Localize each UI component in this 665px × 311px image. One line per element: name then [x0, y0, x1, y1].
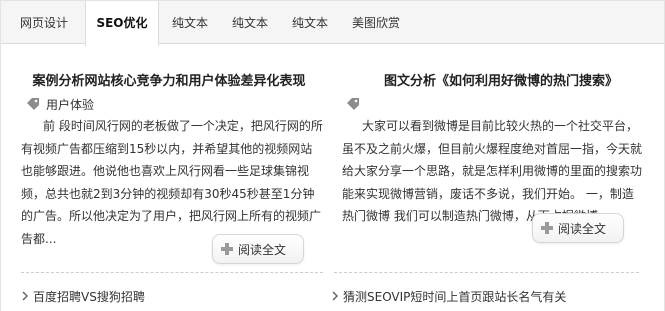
excerpt-line: 的广告。所以他决定为了用户，把风行网上所有的视频广 — [21, 209, 322, 223]
excerpt-line: 虽不及之前火爆，但目前火爆程度绝对首屈一指，今天就 — [342, 141, 643, 156]
right-article-excerpt: 大家可以看到微博是目前比较火热的一个社交平台， 虽不及之前火爆，但目前火爆程度绝… — [342, 115, 660, 228]
left-divider — [21, 272, 323, 273]
read-more-label: 阅读全文 — [238, 242, 287, 257]
related-link-text: 猜测SEOVIP短时间上首页跟站长名气有关 — [343, 289, 567, 304]
right-article-title[interactable]: 图文分析《如何利用好微博的热门搜索》 — [342, 70, 660, 89]
tab-web-design[interactable]: 网页设计 — [11, 1, 77, 45]
article-tabs-widget: 网页设计 SEO优化 纯文本 纯文本 纯文本 美图欣赏 案例分析网站核心竞争力和… — [0, 0, 665, 311]
excerpt-line: 也能够跟进。他说他也喜欢上风行网看一些足球集锦视 — [21, 164, 310, 178]
related-link-2[interactable]: 猜测SEOVIP短时间上首页跟站长名气有关 — [331, 286, 566, 306]
plus-icon — [541, 222, 553, 234]
right-article-tags — [346, 95, 366, 113]
tab-seo[interactable]: SEO优化 — [85, 1, 159, 46]
related-link-1[interactable]: 百度招聘VS搜狗招聘 — [21, 286, 145, 306]
tab-bar: 网页设计 SEO优化 纯文本 纯文本 纯文本 美图欣赏 — [1, 0, 664, 46]
right-divider — [334, 272, 639, 273]
left-article-excerpt: 前 段时间风行网的老板做了一个决定，把风行网的所 有视频广告都压缩到15秒以内，… — [21, 115, 327, 250]
tab-plain-text-2[interactable]: 纯文本 — [225, 1, 275, 45]
right-read-more-button[interactable]: 阅读全文 — [532, 213, 624, 243]
related-link-text: 百度招聘VS搜狗招聘 — [33, 289, 145, 304]
left-article-tag[interactable]: 用户体验 — [46, 96, 94, 113]
excerpt-line: 前 段时间风行网的老板做了一个决定，把风行网的所 — [43, 119, 323, 133]
right-article: 图文分析《如何利用好微博的热门搜索》 大家可以看到微博是目前比较火热的一个社交平… — [342, 44, 660, 311]
excerpt-line: 有视频广告都压缩到15秒以内，并希望其他的视频网站 — [21, 141, 313, 156]
tag-icon — [27, 98, 39, 110]
read-more-label: 阅读全文 — [558, 221, 607, 236]
excerpt-line: 能来实现微博营销，废话不多说，我们开始。 一，制造 — [342, 186, 634, 201]
left-article: 案例分析网站核心竞争力和用户体验差异化表现 用户体验 前 段时间风行网的老板做了… — [9, 44, 329, 311]
left-read-more-button[interactable]: 阅读全文 — [212, 234, 304, 264]
excerpt-line: 给大家分享一个思路，就是怎样利用微博的里面的搜索功 — [342, 164, 643, 178]
tag-icon — [347, 98, 359, 110]
excerpt-line: 频，总共也就2到3分钟的视频却有30秒45秒甚至1分钟 — [21, 186, 315, 201]
tab-gallery[interactable]: 美图欣赏 — [345, 1, 407, 45]
excerpt-line: 大家可以看到微博是目前比较火热的一个社交平台， — [362, 119, 639, 133]
chevron-right-icon — [332, 291, 339, 301]
left-article-title[interactable]: 案例分析网站核心竞争力和用户体验差异化表现 — [9, 70, 329, 89]
tab-plain-text-3[interactable]: 纯文本 — [285, 1, 335, 45]
plus-icon — [221, 243, 233, 255]
chevron-right-icon — [22, 291, 29, 301]
tab-plain-text-1[interactable]: 纯文本 — [165, 1, 215, 45]
left-article-tags: 用户体验 — [26, 95, 94, 113]
